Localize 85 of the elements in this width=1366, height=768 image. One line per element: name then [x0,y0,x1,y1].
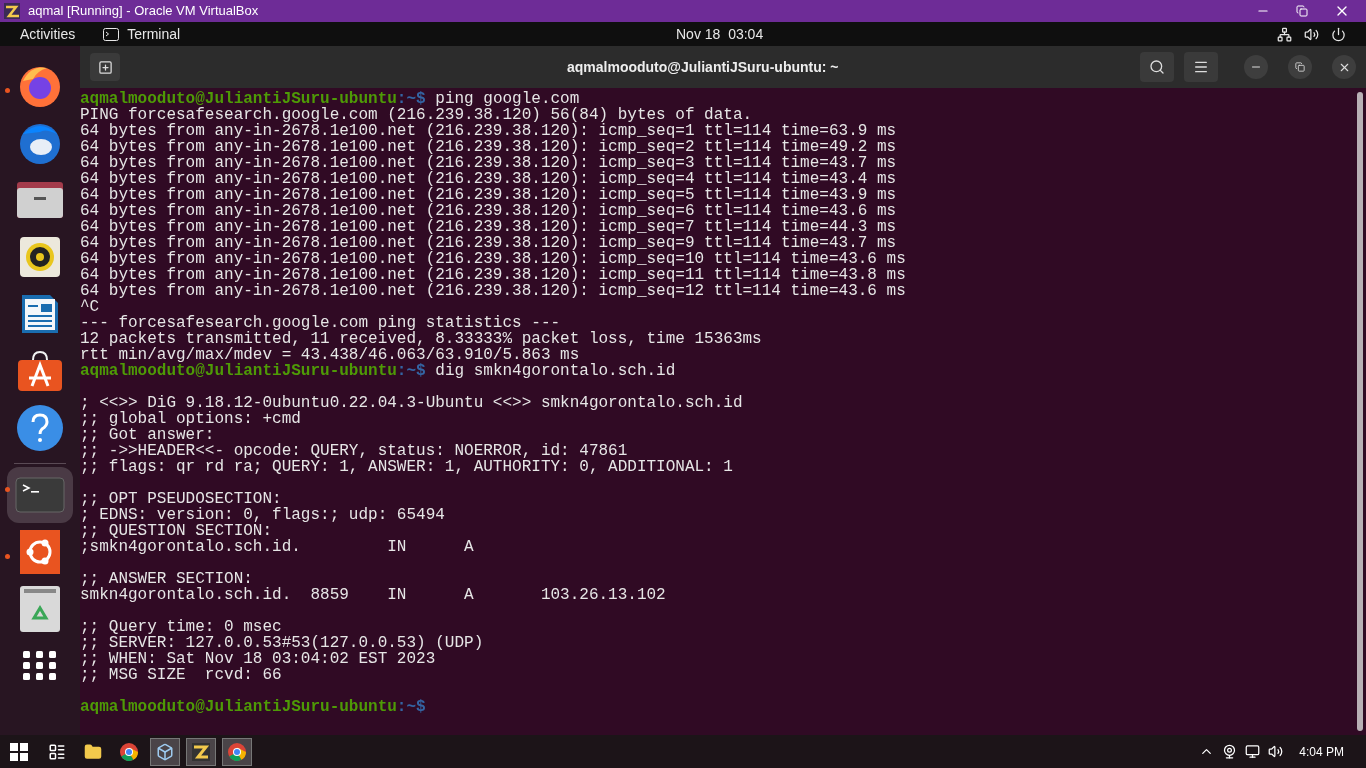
command-text: dig smkn4gorontalo.sch.id [434,363,676,379]
recycle-bin-icon [20,586,60,632]
taskbar-button[interactable] [150,737,180,766]
close-button[interactable] [1332,55,1356,79]
output-line: ;smkn4gorontalo.sch.id. IN A [80,539,474,555]
output-line: 64 bytes from any-in-2678.1e100.net (216.239.38.120): icmp_seq=3 ttl=114 time=43.7 ms [80,155,897,171]
browser-icon [228,742,246,761]
prompt-user: aqmalmooduto@JuliantiJSuru-ubuntu [80,699,397,715]
restore-icon [1295,62,1305,72]
terminal-icon [15,477,65,513]
virtualbox-logo-icon [4,3,20,19]
cube-icon [156,742,174,761]
output-line: rtt min/avg/max/mdev = 43.438/46.063/63.910/5.863 ms [80,347,580,363]
output-line: ;; WHEN: Sat Nov 18 03:04:02 EST 2023 [80,651,436,667]
output-line: ;; Got answer: [80,427,215,443]
vm-window-icon [192,742,210,761]
output-line: 64 bytes from any-in-2678.1e100.net (216.239.38.120): icmp_seq=5 ttl=114 time=43.9 ms [80,187,897,203]
output-line: ;; OPT PSEUDOSECTION: [80,491,282,507]
output-line: ^C [80,299,100,315]
running-indicator [5,487,10,492]
taskbar-clock[interactable]: 4:04 PM [1299,742,1344,761]
camera-icon[interactable] [1222,744,1238,759]
running-indicator [5,554,10,559]
output-line: smkn4gorontalo.sch.id. 8859 IN A 103.26.13.102 [80,587,666,603]
output-line: 64 bytes from any-in-2678.1e100.net (216.239.38.120): icmp_seq=9 ttl=114 time=43.7 ms [80,235,897,251]
menu-button[interactable] [1184,52,1218,82]
shopping-bag-icon [16,350,64,392]
output-line: ;; flags: qr rd ra; QUERY: 1, ANSWER: 1, AUTHORITY: 0, ADDITIONAL: 1 [80,459,733,475]
prompt-path: :~$ [396,91,426,107]
output-line: ;; global options: +cmd [80,411,301,427]
scrollbar[interactable] [1357,92,1363,731]
taskbar-button[interactable] [186,737,216,766]
document-icon [20,293,60,335]
volume-icon[interactable] [1304,26,1319,42]
search-button[interactable] [1140,52,1174,82]
output-line: PING forcesafesearch.google.com (216.239.38.120) 56(84) bytes of data. [80,107,753,123]
new-tab-button[interactable] [90,53,120,81]
activities-button[interactable]: Activities [20,23,76,45]
app-grid-icon [23,651,57,681]
output-line: 64 bytes from any-in-2678.1e100.net (216.239.38.120): icmp_seq=12 ttl=114 time=43.6 ms [80,283,906,299]
output-line: 64 bytes from any-in-2678.1e100.net (216.239.38.120): icmp_seq=7 ttl=114 time=44.3 ms [80,219,897,235]
menu-icon [1193,59,1209,75]
taskbar-button[interactable] [222,737,252,766]
power-icon[interactable] [1331,26,1346,42]
restore-icon[interactable] [1296,5,1308,17]
host-window-title: aqmal [Running] - Oracle VM VirtualBox [28,2,259,21]
output-line: ;; QUESTION SECTION: [80,523,273,539]
folder-icon [84,742,102,761]
help-icon [16,404,64,452]
speaker-icon [20,237,60,277]
maximize-button[interactable] [1288,55,1312,79]
browser-icon [120,742,138,761]
prompt-user: aqmalmooduto@JuliantiJSuru-ubuntu [80,363,397,379]
output-line: --- forcesafesearch.google.com ping statistics --- [80,315,561,331]
app-menu[interactable]: Terminal [103,23,181,45]
windows-logo-icon [10,742,28,761]
output-line: ;; Query time: 0 msec [80,619,282,635]
output-line: ;; ->>HEADER<<- opcode: QUERY, status: NOERROR, id: 47861 [80,443,628,459]
task-view-icon [48,742,66,761]
output-line: 12 packets transmitted, 11 received, 8.33333% packet loss, time 15363ms [80,331,762,347]
prompt-path: :~$ [396,363,426,379]
output-line: ;; MSG SIZE rcvd: 66 [80,667,282,683]
output-line: ; <<>> DiG 9.18.12-0ubuntu0.22.04.3-Ubuntu <<>> smkn4gorontalo.sch.id [80,395,743,411]
prompt-user: aqmalmooduto@JuliantiJSuru-ubuntu [80,91,397,107]
running-indicator [5,88,10,93]
clock[interactable]: Nov 18 03:04 [676,23,764,45]
prompt-path: :~$ [396,699,426,715]
folder-icon [16,180,64,220]
search-icon [1149,59,1165,75]
output-line: 64 bytes from any-in-2678.1e100.net (216.239.38.120): icmp_seq=1 ttl=114 time=63.9 ms [80,123,897,139]
window-title: aqmalmooduto@JuliantiJSuru-ubuntu: ~ [567,57,839,77]
volume-icon[interactable] [1268,744,1284,759]
output-line: 64 bytes from any-in-2678.1e100.net (216.239.38.120): icmp_seq=4 ttl=114 time=43.4 ms [80,171,897,187]
output-line: 64 bytes from any-in-2678.1e100.net (216.239.38.120): icmp_seq=2 ttl=114 time=49.2 ms [80,139,897,155]
output-line: ;; SERVER: 127.0.0.53#53(127.0.0.53) (UDP) [80,635,484,651]
output-line: ;; ANSWER SECTION: [80,571,253,587]
output-line: 64 bytes from any-in-2678.1e100.net (216.239.38.120): icmp_seq=10 ttl=114 time=43.6 ms [80,251,906,267]
new-tab-icon [97,59,113,75]
output-line: 64 bytes from any-in-2678.1e100.net (216.239.38.120): icmp_seq=11 ttl=114 time=43.8 ms [80,267,906,283]
minimize-button[interactable] [1244,55,1268,79]
terminal-icon [103,27,120,41]
circle-of-friends-icon [20,530,60,574]
command-text: ping google.com [435,91,580,107]
output-line: 64 bytes from any-in-2678.1e100.net (216.239.38.120): icmp_seq=6 ttl=114 time=43.6 ms [80,203,897,219]
output-line: ; EDNS: version: 0, flags:; udp: 65494 [80,507,445,523]
